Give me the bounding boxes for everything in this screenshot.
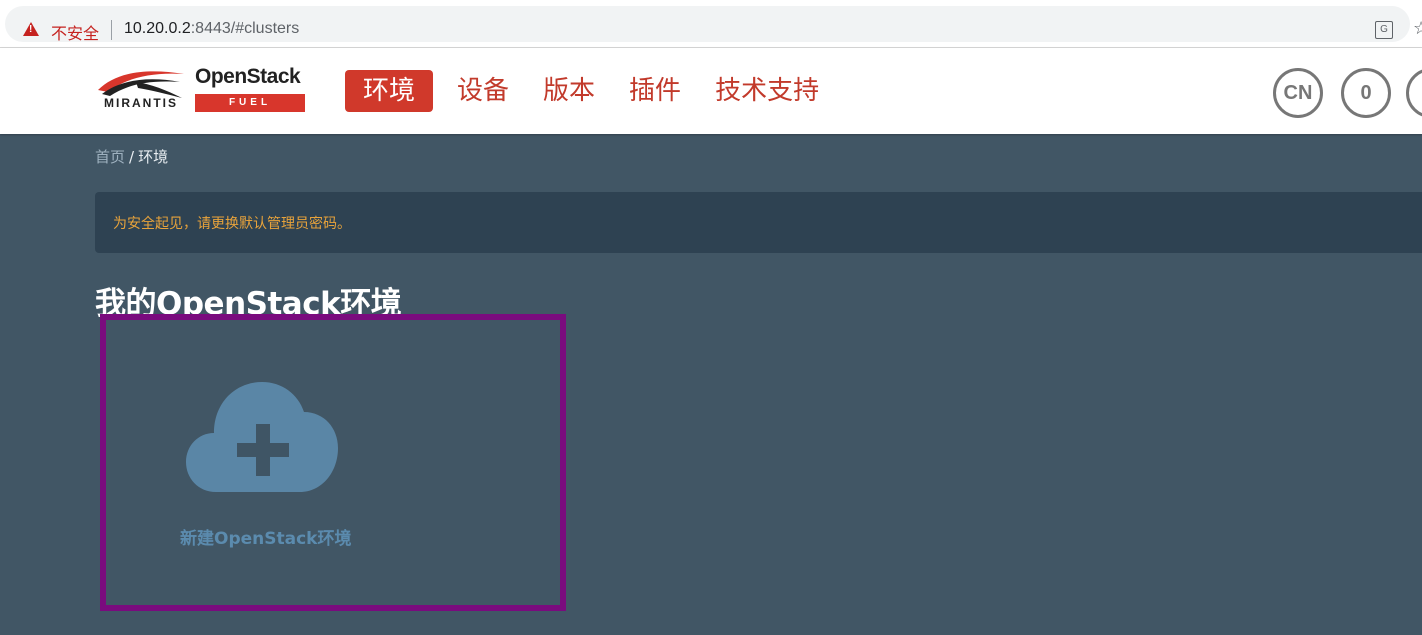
app-header: MIRANTIS OpenStack FUEL 环境 设备 版本 插件 技术支持… — [0, 48, 1422, 134]
breadcrumb-current: 环境 — [138, 148, 169, 166]
mirantis-openstack-logo[interactable]: MIRANTIS OpenStack FUEL — [96, 65, 306, 114]
warning-icon[interactable] — [23, 22, 39, 36]
nav-environments[interactable]: 环境 — [345, 70, 434, 112]
create-environment-tile[interactable]: 新建OpenStack环境 — [100, 314, 566, 611]
omnibox[interactable]: 不安全 10.20.0.2:8443/#clusters G ☆ — [5, 6, 1422, 44]
translate-icon[interactable]: G — [1375, 21, 1393, 39]
user-icon[interactable] — [1406, 68, 1422, 118]
url-path: :8443/#clusters — [190, 20, 300, 37]
logo-product-text: OpenStack — [195, 65, 301, 88]
logo-fuel-badge: FUEL — [195, 94, 305, 112]
security-label[interactable]: 不安全 — [51, 20, 99, 44]
breadcrumb-home-link[interactable]: 首页 — [95, 148, 125, 166]
password-warning-alert: 为安全起见，请更换默认管理员密码。 — [95, 192, 1422, 253]
breadcrumb: 首页 / 环境 — [95, 146, 168, 167]
nav-nodes[interactable]: 设备 — [445, 70, 521, 112]
omnibox-divider — [111, 20, 112, 40]
url-text[interactable]: 10.20.0.2:8443/#clusters — [124, 20, 299, 38]
nav-support[interactable]: 技术支持 — [703, 70, 831, 112]
bookmark-star-icon[interactable]: ☆ — [1413, 18, 1422, 39]
language-button[interactable]: CN — [1273, 68, 1323, 118]
url-host: 10.20.0.2 — [124, 20, 191, 37]
cloud-plus-icon — [186, 382, 338, 492]
breadcrumb-separator: / — [129, 148, 135, 166]
nav-plugins[interactable]: 插件 — [617, 70, 693, 112]
main-nav: 环境 设备 版本 插件 技术支持 — [345, 70, 841, 112]
alert-text: 为安全起见，请更换默认管理员密码。 — [113, 216, 351, 232]
notifications-button[interactable]: 0 — [1341, 68, 1391, 118]
create-environment-label: 新建OpenStack环境 — [180, 529, 352, 549]
logo-brand-text: MIRANTIS — [104, 96, 178, 110]
browser-address-bar: 不安全 10.20.0.2:8443/#clusters G ☆ — [0, 0, 1422, 48]
nav-releases[interactable]: 版本 — [531, 70, 607, 112]
